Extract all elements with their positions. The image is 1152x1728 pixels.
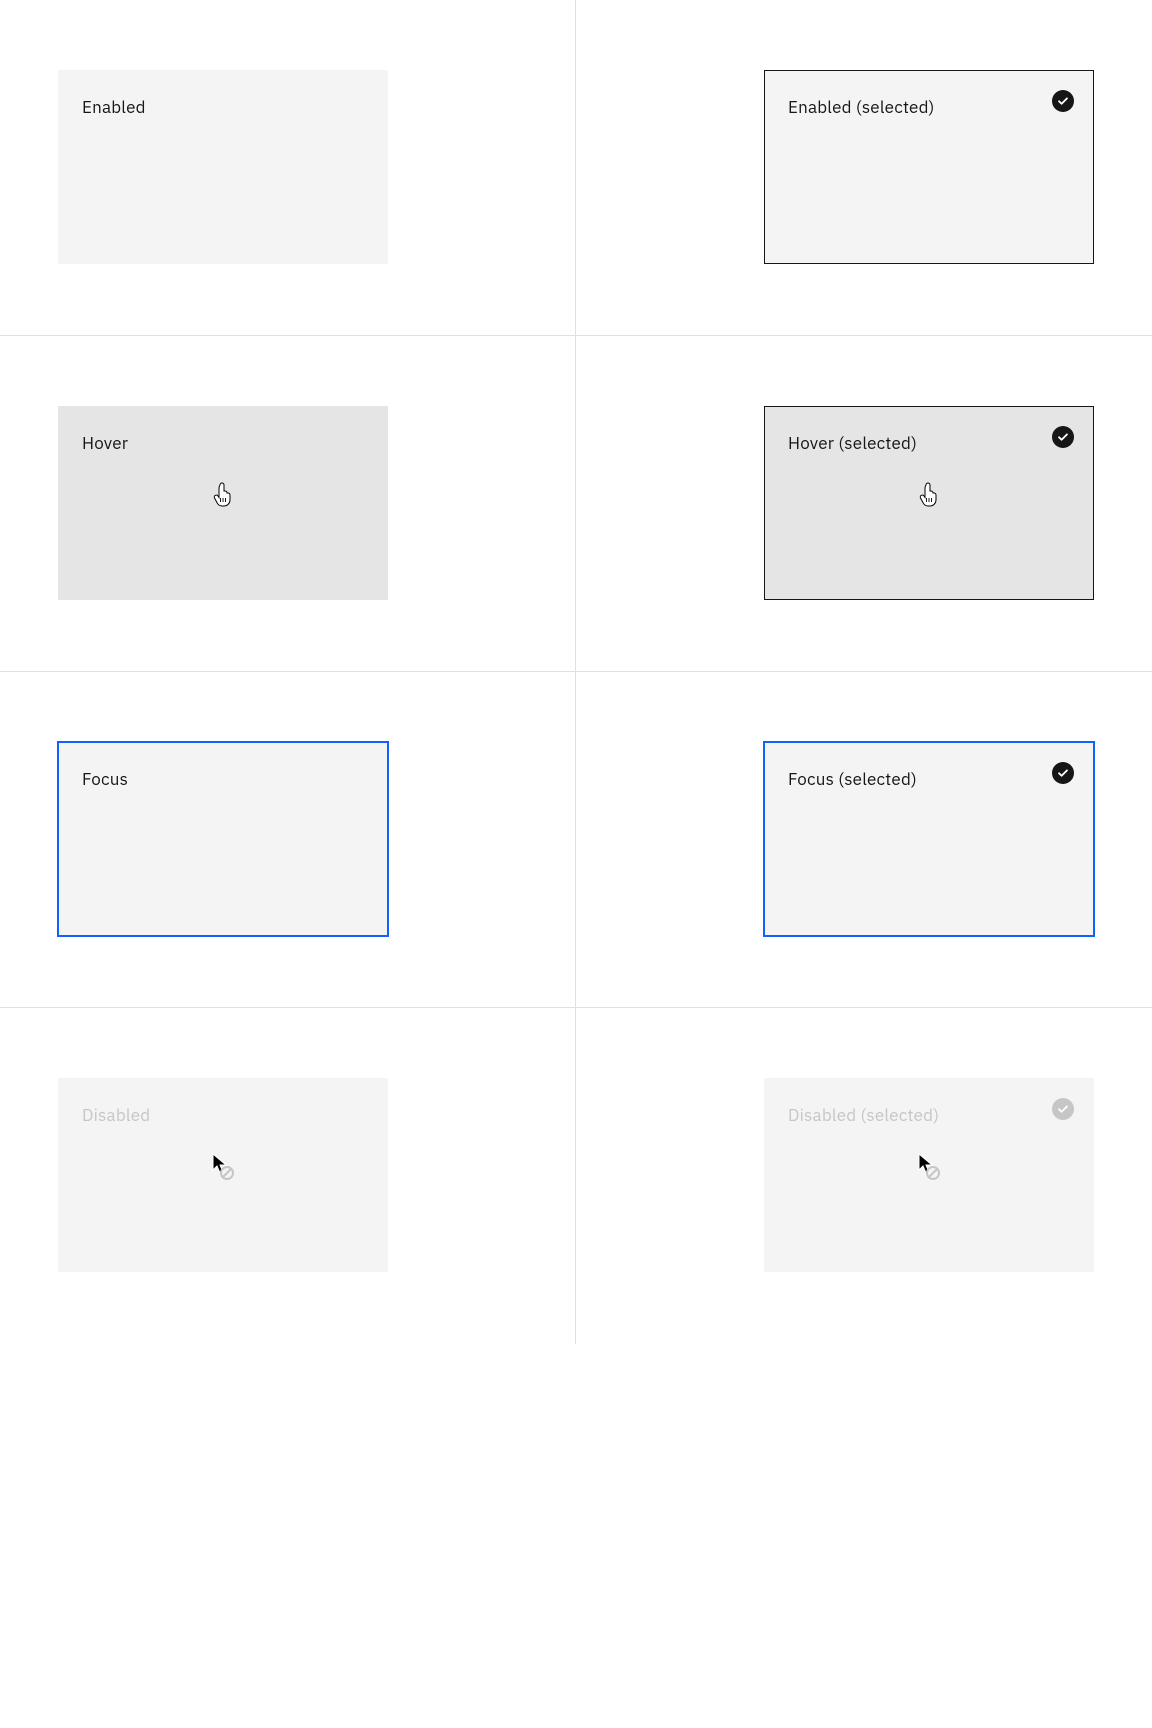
checkmark-filled-icon [1052,1098,1074,1120]
pointer-cursor-icon [212,482,234,508]
tile-label: Hover [82,432,128,454]
tile-focus[interactable]: Focus [58,742,388,936]
checkmark-filled-icon [1052,90,1074,112]
not-allowed-cursor-icon [210,1152,236,1182]
tile-enabled[interactable]: Enabled [58,70,388,264]
pointer-cursor-icon [918,482,940,508]
tile-disabled: Disabled [58,1078,388,1272]
tile-hover-selected[interactable]: Hover (selected) [764,406,1094,600]
tile-label: Focus (selected) [788,768,917,790]
not-allowed-cursor-icon [916,1152,942,1182]
cell-disabled-selected: Disabled (selected) [576,1008,1152,1344]
tile-enabled-selected[interactable]: Enabled (selected) [764,70,1094,264]
cell-focus-selected: Focus (selected) [576,672,1152,1008]
tile-label: Focus [82,768,128,790]
cell-enabled: Enabled [0,0,576,336]
tile-label: Enabled (selected) [788,96,935,118]
tile-hover[interactable]: Hover [58,406,388,600]
tile-focus-selected[interactable]: Focus (selected) [764,742,1094,936]
cell-focus: Focus [0,672,576,1008]
checkmark-filled-icon [1052,426,1074,448]
tile-disabled-selected: Disabled (selected) [764,1078,1094,1272]
cell-hover: Hover [0,336,576,672]
tile-states-grid: Enabled Enabled (selected) Hover [0,0,1152,1344]
tile-label: Disabled [82,1104,150,1126]
tile-label: Enabled [82,96,146,118]
tile-label: Disabled (selected) [788,1104,939,1126]
tile-label: Hover (selected) [788,432,917,454]
checkmark-filled-icon [1052,762,1074,784]
cell-hover-selected: Hover (selected) [576,336,1152,672]
cell-enabled-selected: Enabled (selected) [576,0,1152,336]
cell-disabled: Disabled [0,1008,576,1344]
